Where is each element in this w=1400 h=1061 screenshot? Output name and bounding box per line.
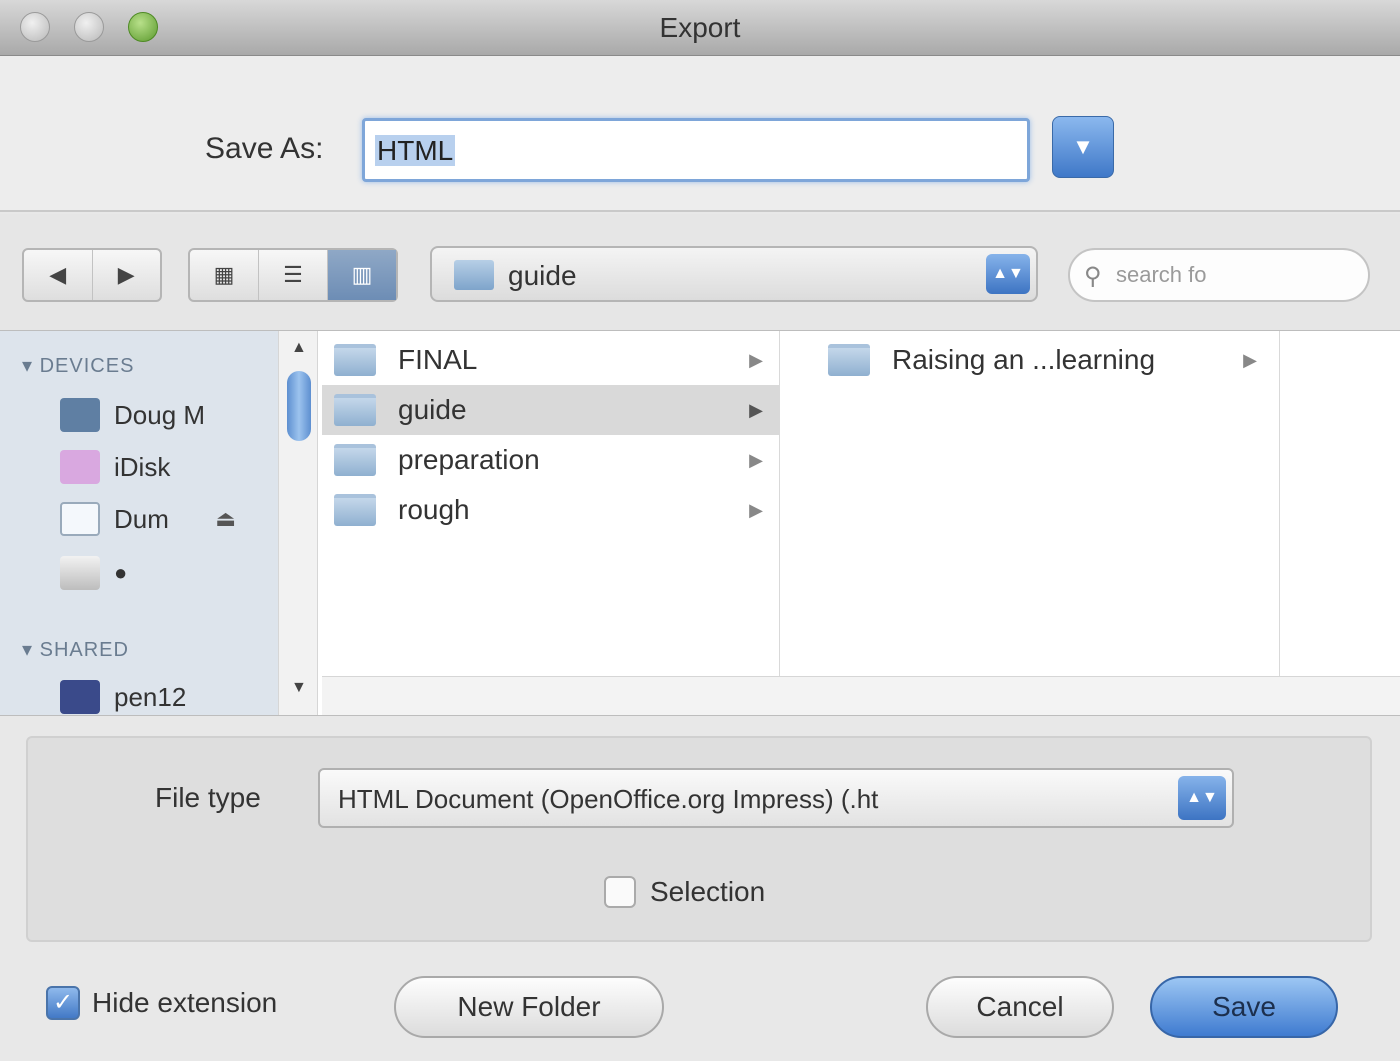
eject-icon[interactable]: ⏏: [215, 506, 236, 532]
folder-icon: [334, 444, 376, 476]
cancel-button[interactable]: Cancel: [926, 976, 1114, 1038]
apple-disk-icon: [60, 556, 100, 590]
checkmark-icon[interactable]: ✓: [46, 986, 80, 1020]
file-type-value: HTML Document (OpenOffice.org Impress) (…: [338, 784, 879, 814]
idisk-icon: [60, 450, 100, 484]
popup-arrows-icon: ▲▼: [986, 254, 1030, 294]
icon-view-button[interactable]: ▦: [190, 250, 259, 300]
checkbox-box[interactable]: [604, 876, 636, 908]
sidebar-scrollbar[interactable]: ▲ ▼: [278, 331, 318, 715]
chevron-right-icon: ▶: [749, 499, 763, 520]
scroll-down-arrow-icon[interactable]: ▼: [291, 679, 307, 697]
search-input[interactable]: [1116, 260, 1356, 290]
title-bar: Export: [0, 0, 1400, 56]
nav-buttons: ◀ ▶: [22, 248, 162, 302]
scrollbar-thumb[interactable]: [287, 371, 311, 441]
sidebar-header-devices: ▾ DEVICES: [22, 355, 135, 377]
selection-checkbox[interactable]: Selection: [604, 876, 765, 908]
file-type-label: File type: [155, 782, 261, 813]
hide-extension-label: Hide extension: [92, 987, 278, 1018]
folder-row-rough[interactable]: rough ▶: [322, 485, 779, 535]
hide-extension-checkbox[interactable]: ✓ Hide extension: [46, 986, 277, 1020]
search-field[interactable]: ⚲: [1068, 248, 1370, 302]
options-panel: [26, 736, 1372, 942]
selection-label: Selection: [650, 876, 766, 907]
folder-name: Raising an ...learning: [892, 344, 1156, 375]
new-folder-button[interactable]: New Folder: [394, 976, 664, 1038]
browser-column-1: FINAL ▶ guide ▶ preparation ▶ rough ▶: [322, 331, 780, 676]
location-popup[interactable]: guide ▲▼: [430, 246, 1038, 302]
horizontal-scrollbar[interactable]: [322, 676, 1400, 715]
sidebar-item-computer[interactable]: Doug M: [60, 395, 205, 435]
folder-name: preparation: [398, 444, 540, 475]
sidebar-item-label: iDisk: [114, 451, 171, 482]
folder-icon: [454, 260, 494, 290]
save-as-label: Save As:: [205, 132, 324, 165]
location-label: guide: [508, 260, 577, 291]
folder-name: guide: [398, 394, 467, 425]
view-mode-buttons: ▦ ☰ ▥: [188, 248, 398, 302]
folder-row-raising[interactable]: Raising an ...learning ▶: [784, 335, 1279, 385]
sidebar-item-apple-disk[interactable]: ●: [60, 553, 127, 593]
save-button[interactable]: Save: [1150, 976, 1338, 1038]
file-type-select[interactable]: HTML Document (OpenOffice.org Impress) (…: [318, 768, 1234, 828]
chevron-right-icon: ▶: [749, 399, 763, 420]
browser-column-3: [1282, 331, 1400, 676]
save-as-selected-text: HTML: [375, 135, 456, 166]
folder-row-guide[interactable]: guide ▶: [322, 385, 779, 435]
file-browser: ▾ DEVICES Doug M iDisk Dum ⏏ ● ▾ SHARED …: [0, 330, 1400, 716]
folder-icon: [334, 494, 376, 526]
folder-row-preparation[interactable]: preparation ▶: [322, 435, 779, 485]
folder-icon: [334, 344, 376, 376]
folder-icon: [828, 344, 870, 376]
computer-icon: [60, 398, 100, 432]
sidebar-item-idisk[interactable]: iDisk: [60, 447, 170, 487]
folder-row-final[interactable]: FINAL ▶: [322, 335, 779, 385]
chevron-right-icon: ▶: [749, 349, 763, 370]
chevron-right-icon: ▶: [1243, 349, 1257, 370]
sidebar-header-shared: ▾ SHARED: [22, 639, 129, 661]
sidebar: ▾ DEVICES Doug M iDisk Dum ⏏ ● ▾ SHARED …: [0, 331, 278, 715]
expand-dialog-button[interactable]: ▼: [1052, 116, 1114, 178]
folder-icon: [334, 394, 376, 426]
network-computer-icon: [60, 680, 100, 714]
search-icon: ⚲: [1084, 263, 1102, 290]
forward-button[interactable]: ▶: [93, 250, 161, 300]
popup-arrows-icon: ▲▼: [1178, 776, 1226, 820]
folder-name: FINAL: [398, 344, 478, 375]
apple-logo-icon: ●: [114, 560, 128, 585]
sidebar-item-shared[interactable]: pen12: [60, 677, 186, 717]
column-view-button[interactable]: ▥: [328, 250, 396, 300]
folder-name: rough: [398, 494, 470, 525]
sidebar-item-disk[interactable]: Dum ⏏: [60, 499, 260, 539]
chevron-right-icon: ▶: [749, 449, 763, 470]
list-view-button[interactable]: ☰: [259, 250, 328, 300]
browser-column-2: Raising an ...learning ▶: [784, 331, 1280, 676]
sidebar-item-label: Dum: [114, 503, 169, 534]
sidebar-item-label: pen12: [114, 681, 187, 712]
disk-icon: [60, 502, 100, 536]
scroll-up-arrow-icon[interactable]: ▲: [291, 339, 307, 357]
window-title: Export: [659, 12, 741, 43]
sidebar-item-label: Doug M: [114, 399, 206, 430]
save-as-input[interactable]: HTML: [362, 118, 1030, 182]
back-button[interactable]: ◀: [24, 250, 93, 300]
